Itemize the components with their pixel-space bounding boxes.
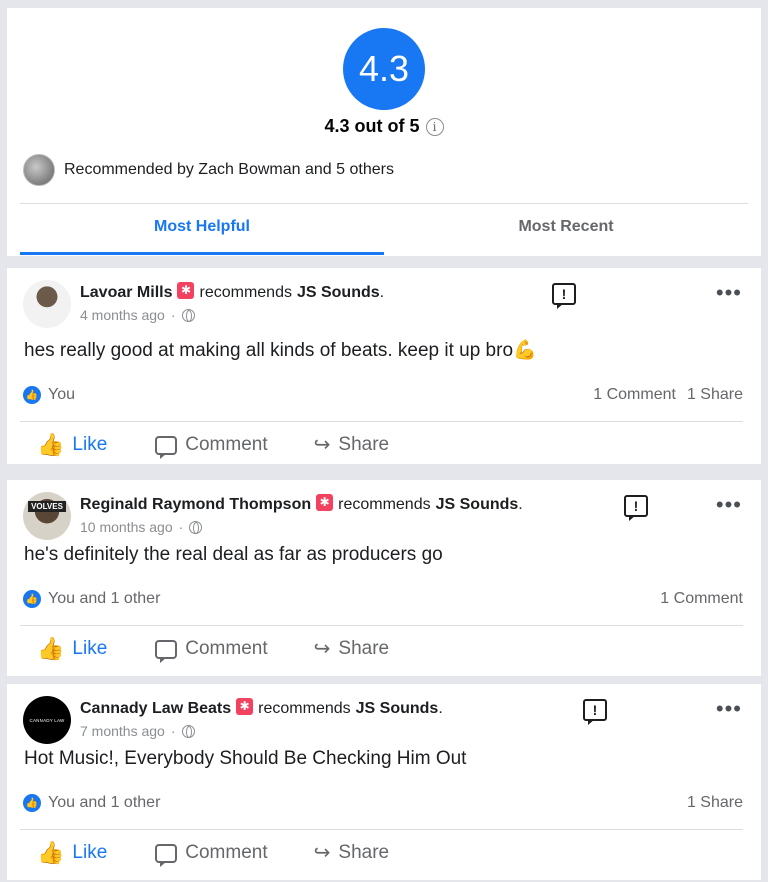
info-icon[interactable]: i	[425, 117, 444, 136]
like-button[interactable]: 👍 Like	[37, 432, 107, 458]
like-reaction-icon: 👍	[23, 590, 41, 608]
recommender-avatar	[23, 154, 55, 186]
share-icon: ↪	[313, 842, 331, 864]
share-icon: ↪	[313, 434, 331, 456]
rating-summary-card: 4.3 4.3 out of 5 i Recommended by Zach B…	[7, 8, 761, 256]
report-icon[interactable]: !	[624, 495, 648, 521]
rating-score-row: 4.3 out of 5 i	[7, 116, 761, 137]
action-divider	[20, 829, 743, 830]
thumbs-up-icon: 👍	[37, 840, 65, 865]
comment-icon	[155, 639, 178, 663]
comment-button[interactable]: Comment	[155, 434, 268, 459]
tab-most-helpful[interactable]: Most Helpful	[20, 218, 384, 236]
report-icon[interactable]: !	[583, 699, 607, 725]
review-verb: recommends	[199, 284, 292, 301]
author-avatar[interactable]: CANNADY LAW	[23, 696, 71, 744]
tab-divider	[20, 203, 748, 204]
comments-count[interactable]: 1 Comment	[660, 590, 743, 608]
rating-score-circle: 4.3	[343, 28, 425, 110]
review-timestamp[interactable]: 4 months ago	[80, 307, 165, 323]
reactions-row: 👍 You 1 Comment 1 Share	[23, 386, 743, 404]
author-name[interactable]: Cannady Law Beats	[80, 700, 231, 718]
share-button[interactable]: ↪ Share	[314, 434, 389, 456]
author-avatar[interactable]: VOLVES	[23, 492, 71, 540]
comment-icon	[155, 435, 178, 459]
author-name[interactable]: Reginald Raymond Thompson	[80, 496, 311, 514]
shares-count[interactable]: 1 Share	[687, 386, 743, 404]
rating-score-text: 4.3 out of 5	[324, 116, 420, 136]
reactions-text[interactable]: You	[48, 386, 75, 404]
globe-icon	[189, 520, 203, 534]
like-button[interactable]: 👍 Like	[37, 636, 107, 662]
reactions-row: 👍 You and 1 other 1 Comment	[23, 590, 743, 608]
recommend-badge-icon: ✱	[236, 697, 254, 715]
review-card: VOLVES Reginald Raymond Thompson ✱ recom…	[7, 480, 761, 676]
shares-count[interactable]: 1 Share	[687, 794, 743, 812]
page-name-link[interactable]: JS Sounds	[356, 700, 439, 718]
comments-count[interactable]: 1 Comment	[593, 386, 676, 404]
more-options-icon[interactable]: •••	[716, 494, 742, 516]
like-reaction-icon: 👍	[23, 794, 41, 812]
review-meta: 4 months ago ·	[80, 307, 195, 323]
comment-icon	[155, 843, 178, 867]
reactions-text[interactable]: You and 1 other	[48, 590, 160, 608]
review-header: Lavoar Mills ✱ recommends JS Sounds.	[80, 281, 385, 302]
recommend-badge-icon: ✱	[177, 281, 195, 299]
globe-icon	[181, 308, 195, 322]
like-reaction-icon: 👍	[23, 386, 41, 404]
share-icon: ↪	[313, 638, 331, 660]
share-button[interactable]: ↪ Share	[314, 638, 389, 660]
active-tab-indicator	[20, 252, 384, 255]
thumbs-up-icon: 👍	[37, 636, 65, 661]
reactions-text[interactable]: You and 1 other	[48, 794, 160, 812]
review-timestamp[interactable]: 7 months ago	[80, 723, 165, 739]
recommend-badge-icon: ✱	[316, 493, 334, 511]
reactions-row: 👍 You and 1 other 1 Share	[23, 794, 743, 812]
author-name[interactable]: Lavoar Mills	[80, 284, 172, 302]
tab-most-recent[interactable]: Most Recent	[384, 218, 748, 236]
review-meta: 10 months ago ·	[80, 519, 203, 535]
like-button[interactable]: 👍 Like	[37, 840, 107, 866]
action-bar: 👍 Like Comment ↪ Share	[37, 840, 435, 867]
review-header: Cannady Law Beats ✱ recommends JS Sounds…	[80, 697, 443, 718]
recommended-by-text[interactable]: Recommended by Zach Bowman and 5 others	[64, 161, 394, 179]
page-name-link[interactable]: JS Sounds	[297, 284, 380, 302]
more-options-icon[interactable]: •••	[716, 282, 742, 304]
thumbs-up-icon: 👍	[37, 432, 65, 457]
author-avatar[interactable]	[23, 280, 71, 328]
page-name-link[interactable]: JS Sounds	[436, 496, 519, 514]
review-header: Reginald Raymond Thompson ✱ recommends J…	[80, 493, 523, 514]
globe-icon	[181, 724, 195, 738]
review-text: hes really good at making all kinds of b…	[24, 340, 537, 361]
review-text: he's definitely the real deal as far as …	[24, 544, 443, 565]
recommended-by-row[interactable]: Recommended by Zach Bowman and 5 others	[23, 154, 394, 186]
action-bar: 👍 Like Comment ↪ Share	[37, 636, 435, 663]
review-card: Lavoar Mills ✱ recommends JS Sounds. 4 m…	[7, 268, 761, 464]
share-button[interactable]: ↪ Share	[314, 842, 389, 864]
review-verb: recommends	[338, 496, 431, 513]
comment-button[interactable]: Comment	[155, 842, 268, 867]
review-timestamp[interactable]: 10 months ago	[80, 519, 173, 535]
report-icon[interactable]: !	[552, 283, 576, 309]
review-meta: 7 months ago ·	[80, 723, 195, 739]
review-text: Hot Music!, Everybody Should Be Checking…	[24, 748, 467, 769]
action-bar: 👍 Like Comment ↪ Share	[37, 432, 435, 459]
review-card: CANNADY LAW Cannady Law Beats ✱ recommen…	[7, 684, 761, 880]
action-divider	[20, 625, 743, 626]
more-options-icon[interactable]: •••	[716, 698, 742, 720]
action-divider	[20, 421, 743, 422]
review-verb: recommends	[258, 700, 351, 717]
comment-button[interactable]: Comment	[155, 638, 268, 663]
